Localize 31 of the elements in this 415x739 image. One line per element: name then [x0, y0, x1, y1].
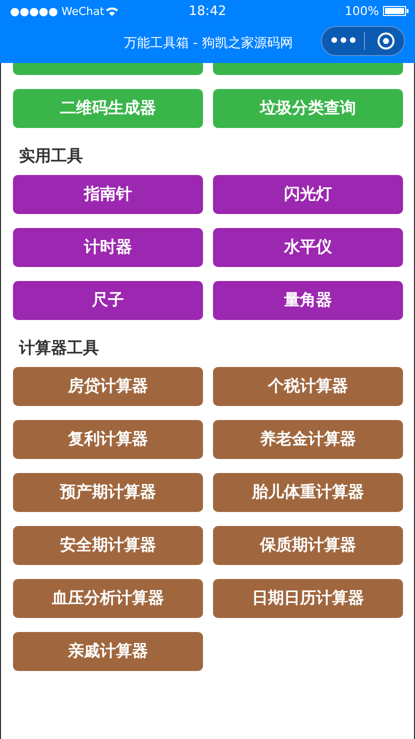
tool-button[interactable]: 保质期计算器 — [213, 526, 403, 565]
tool-button[interactable]: 指南针 — [13, 175, 203, 214]
tool-button[interactable] — [213, 63, 403, 75]
section-title: 实用工具 — [18, 145, 84, 163]
tool-button[interactable]: 预产期计算器 — [13, 473, 203, 512]
tool-button[interactable]: 个税计算器 — [213, 367, 403, 406]
status-time: 18:42 — [188, 4, 226, 18]
tool-button[interactable] — [13, 63, 203, 75]
tool-button[interactable]: 二维码生成器 — [13, 89, 203, 128]
close-target-icon[interactable] — [377, 32, 395, 50]
carrier-label: ●●●●● WeChat — [10, 4, 104, 18]
tool-button[interactable]: 房贷计算器 — [13, 367, 203, 406]
wifi-icon — [106, 6, 118, 16]
tool-button[interactable]: 亲戚计算器 — [13, 632, 203, 671]
tool-button[interactable]: 计时器 — [13, 228, 203, 267]
section-title: 计算器工具 — [18, 337, 100, 355]
battery-icon — [383, 6, 409, 16]
tool-button[interactable]: 闪光灯 — [213, 175, 403, 214]
tool-button[interactable]: 安全期计算器 — [13, 526, 203, 565]
tool-button[interactable]: 垃圾分类查询 — [213, 89, 403, 128]
tool-button[interactable]: 复利计算器 — [13, 420, 203, 459]
tool-button[interactable]: 水平仪 — [213, 228, 403, 267]
tool-button[interactable]: 血压分析计算器 — [13, 579, 203, 618]
tool-button[interactable]: 胎儿体重计算器 — [213, 473, 403, 512]
tool-button[interactable]: 量角器 — [213, 281, 403, 320]
tool-button[interactable]: 尺子 — [13, 281, 203, 320]
battery-label: 100% — [344, 4, 379, 18]
tool-button[interactable]: 养老金计算器 — [213, 420, 403, 459]
more-button[interactable]: ••• — [322, 33, 364, 49]
tool-button[interactable]: 日期日历计算器 — [213, 579, 403, 618]
page-title: 万能工具箱 - 狗凯之家源码网 — [124, 34, 293, 52]
